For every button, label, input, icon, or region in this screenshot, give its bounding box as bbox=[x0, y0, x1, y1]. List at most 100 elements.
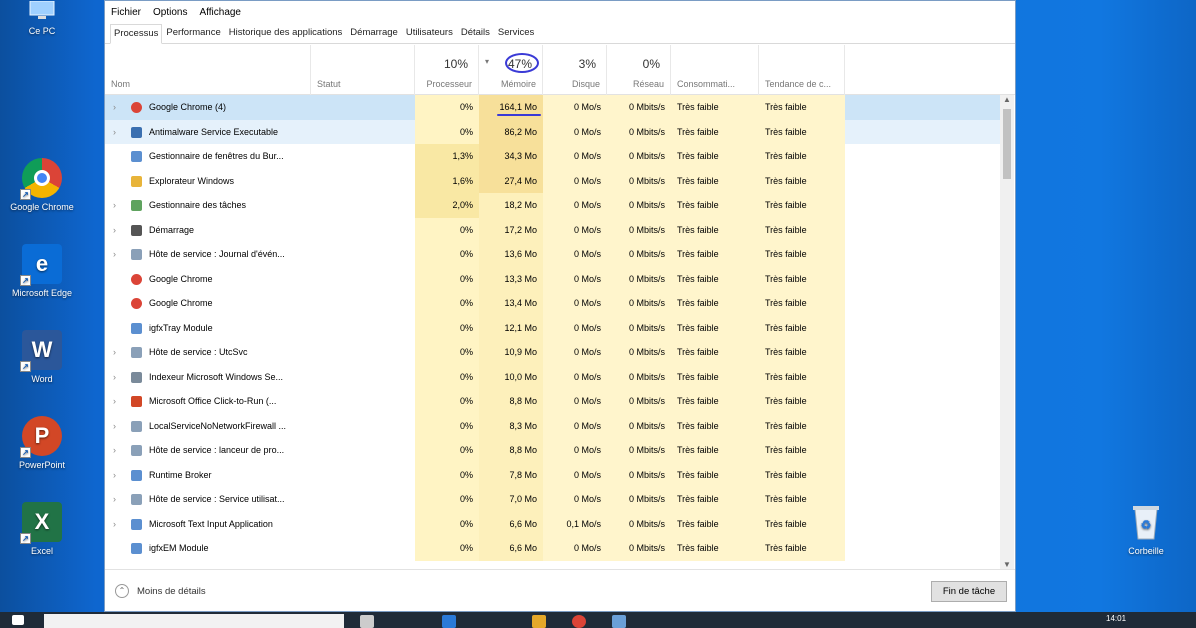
column-header-power[interactable]: Consommati... bbox=[671, 45, 759, 95]
disk-value: 0 Mo/s bbox=[543, 144, 607, 169]
process-name: Google Chrome bbox=[149, 273, 213, 284]
chevron-right-icon[interactable]: › bbox=[113, 365, 116, 390]
disk-value: 0 Mo/s bbox=[543, 291, 607, 316]
edge-taskbar-icon[interactable] bbox=[442, 615, 456, 628]
desktop-icon-chrome[interactable]: ↗ Google Chrome bbox=[0, 158, 84, 212]
column-header-name[interactable]: Nom bbox=[105, 45, 311, 95]
chevron-right-icon[interactable]: › bbox=[113, 218, 116, 243]
less-details-button[interactable]: ⌃ Moins de détails bbox=[115, 584, 206, 598]
column-header-cpu[interactable]: 10% Processeur bbox=[415, 45, 479, 95]
network-value: 0 Mbits/s bbox=[607, 266, 671, 291]
desktop-icon-recycle-bin[interactable]: ♻ Corbeille bbox=[1104, 502, 1188, 556]
column-header-network[interactable]: 0% Réseau bbox=[607, 45, 671, 95]
cpu-value: 0% bbox=[415, 119, 479, 144]
cpu-value: 2,0% bbox=[415, 193, 479, 218]
process-list: › Google Chrome (4) 0% 164,1 Mo 0 Mo/s 0 Mbit… bbox=[105, 95, 1001, 569]
desktop-icon-powerpoint[interactable]: P ↗ PowerPoint bbox=[0, 416, 84, 470]
chevron-right-icon[interactable]: › bbox=[113, 463, 116, 488]
table-row[interactable]: › LocalServiceNoNetworkFirewall ... 0% 8,3 … bbox=[105, 413, 1001, 439]
desktop-icon-this-pc[interactable]: Ce PC bbox=[0, 0, 84, 36]
chevron-right-icon[interactable]: › bbox=[113, 95, 116, 120]
process-name: Gestionnaire de fenêtres du Bur... bbox=[149, 151, 284, 161]
table-row[interactable]: Gestionnaire de fenêtres du Bur... 1,3% 34… bbox=[105, 144, 1001, 169]
table-row[interactable]: Explorateur Windows 1,6% 27,4 Mo 0 Mo/s 0 Mb… bbox=[105, 168, 1001, 193]
network-value: 0 Mbits/s bbox=[607, 536, 671, 561]
column-header-status[interactable]: Statut bbox=[311, 45, 415, 95]
cpu-value: 0% bbox=[415, 291, 479, 316]
process-name: Microsoft Text Input Application bbox=[149, 518, 273, 529]
table-row[interactable]: › Démarrage 0% 17,2 Mo 0 Mo/s 0 Mbits/s Très f… bbox=[105, 217, 1001, 243]
column-header-memory[interactable]: ▾ 47% Mémoire bbox=[479, 45, 543, 95]
scrollbar-thumb[interactable] bbox=[1003, 109, 1011, 179]
table-row[interactable]: › Microsoft Text Input Application 0% 6,6 M… bbox=[105, 511, 1001, 537]
column-label-memory: Mémoire bbox=[500, 79, 536, 89]
tab-demarrage[interactable]: Démarrage bbox=[346, 23, 402, 43]
scroll-up-icon[interactable]: ▲ bbox=[1000, 95, 1014, 104]
vertical-scrollbar[interactable]: ▲ ▼ bbox=[1000, 95, 1014, 569]
taskmgr-taskbar-icon[interactable] bbox=[612, 615, 626, 628]
table-row[interactable]: › Gestionnaire des tâches 2,0% 18,2 Mo 0 Mo/… bbox=[105, 193, 1001, 218]
table-row[interactable]: › Hôte de service : lanceur de pro... 0% 8,… bbox=[105, 438, 1001, 463]
menu-fichier[interactable]: Fichier bbox=[111, 7, 141, 18]
task-view-icon[interactable] bbox=[360, 615, 374, 628]
end-task-button[interactable]: Fin de tâche bbox=[931, 581, 1007, 602]
network-value: 0 Mbits/s bbox=[607, 242, 671, 267]
explorer-taskbar-icon[interactable] bbox=[532, 615, 546, 628]
power-usage-value: Très faible bbox=[671, 168, 759, 193]
tab-services[interactable]: Services bbox=[494, 23, 538, 43]
table-row[interactable]: › Hôte de service : Journal d'évén... 0% 13… bbox=[105, 242, 1001, 267]
memory-value: 6,6 Mo bbox=[479, 536, 543, 561]
process-name: Google Chrome bbox=[149, 298, 213, 308]
table-row[interactable]: igfxTray Module 0% 12,1 Mo 0 Mo/s 0 Mbits/s T… bbox=[105, 315, 1001, 340]
chevron-right-icon[interactable]: › bbox=[113, 512, 116, 537]
chevron-right-icon[interactable]: › bbox=[113, 340, 116, 365]
network-value: 0 Mbits/s bbox=[607, 168, 671, 193]
tab-details[interactable]: Détails bbox=[457, 23, 494, 43]
task-manager-window: Fichier Options Affichage Processus Perf… bbox=[104, 0, 1016, 612]
windows-start-icon[interactable] bbox=[12, 615, 24, 625]
column-header-disk[interactable]: 3% Disque bbox=[543, 45, 607, 95]
table-row[interactable]: › Hôte de service : Service utilisat... 0%… bbox=[105, 487, 1001, 512]
table-row[interactable]: › Hôte de service : UtcSvc 0% 10,9 Mo 0 Mo/s… bbox=[105, 340, 1001, 365]
table-row[interactable]: igfxEM Module 0% 6,6 Mo 0 Mo/s 0 Mbits/s Très… bbox=[105, 536, 1001, 561]
tab-historique[interactable]: Historique des applications bbox=[225, 23, 347, 43]
table-row[interactable]: › Microsoft Office Click-to-Run (... 0% 8,8… bbox=[105, 389, 1001, 414]
menu-affichage[interactable]: Affichage bbox=[199, 7, 241, 18]
network-value: 0 Mbits/s bbox=[607, 487, 671, 512]
chevron-right-icon[interactable]: › bbox=[113, 487, 116, 512]
power-trend-value: Très faible bbox=[759, 95, 845, 120]
tab-processus[interactable]: Processus bbox=[110, 24, 163, 44]
column-header-power-trend[interactable]: Tendance de c... bbox=[759, 45, 845, 95]
table-row[interactable]: › Antimalware Service Executable 0% 86,2 Mo… bbox=[105, 119, 1001, 145]
clock[interactable]: 14:01 bbox=[1106, 614, 1126, 623]
power-usage-value: Très faible bbox=[671, 242, 759, 267]
tab-utilisateurs[interactable]: Utilisateurs bbox=[402, 23, 457, 43]
network-value: 0 Mbits/s bbox=[607, 144, 671, 169]
table-row[interactable]: › Runtime Broker 0% 7,8 Mo 0 Mo/s 0 Mbits/s Tr… bbox=[105, 462, 1001, 488]
desktop-icon-edge[interactable]: e ↗ Microsoft Edge bbox=[0, 244, 84, 298]
table-row[interactable]: Google Chrome 0% 13,4 Mo 0 Mo/s 0 Mbits/s Trè… bbox=[105, 291, 1001, 316]
word-icon: W ↗ bbox=[20, 330, 62, 372]
gear-icon bbox=[131, 347, 142, 358]
menu-options[interactable]: Options bbox=[153, 7, 187, 18]
chrome-taskbar-icon[interactable] bbox=[572, 615, 586, 628]
chevron-right-icon[interactable]: › bbox=[113, 438, 116, 463]
cpu-value: 0% bbox=[415, 511, 479, 536]
chevron-right-icon[interactable]: › bbox=[113, 193, 116, 218]
tab-performance[interactable]: Performance bbox=[162, 23, 224, 43]
chevron-right-icon[interactable]: › bbox=[113, 120, 116, 145]
table-row[interactable]: › Indexeur Microsoft Windows Se... 0% 10,0 … bbox=[105, 364, 1001, 390]
chevron-right-icon[interactable]: › bbox=[113, 389, 116, 414]
desktop-icon-word[interactable]: W ↗ Word bbox=[0, 330, 84, 384]
power-trend-value: Très faible bbox=[759, 462, 845, 487]
disk-value: 0 Mo/s bbox=[543, 487, 607, 512]
table-row[interactable]: › Google Chrome (4) 0% 164,1 Mo 0 Mo/s 0 Mbit… bbox=[105, 95, 1001, 120]
chevron-right-icon[interactable]: › bbox=[113, 242, 116, 267]
table-row[interactable]: Google Chrome 0% 13,3 Mo 0 Mo/s 0 Mbits/s Trè… bbox=[105, 266, 1001, 291]
desktop-icon-excel[interactable]: X ↗ Excel bbox=[0, 502, 84, 556]
scroll-down-icon[interactable]: ▼ bbox=[1000, 560, 1014, 569]
chevron-up-icon: ⌃ bbox=[115, 584, 129, 598]
taskbar-search-box[interactable] bbox=[44, 614, 344, 628]
chrome-icon bbox=[131, 273, 142, 285]
chevron-right-icon[interactable]: › bbox=[113, 414, 116, 439]
